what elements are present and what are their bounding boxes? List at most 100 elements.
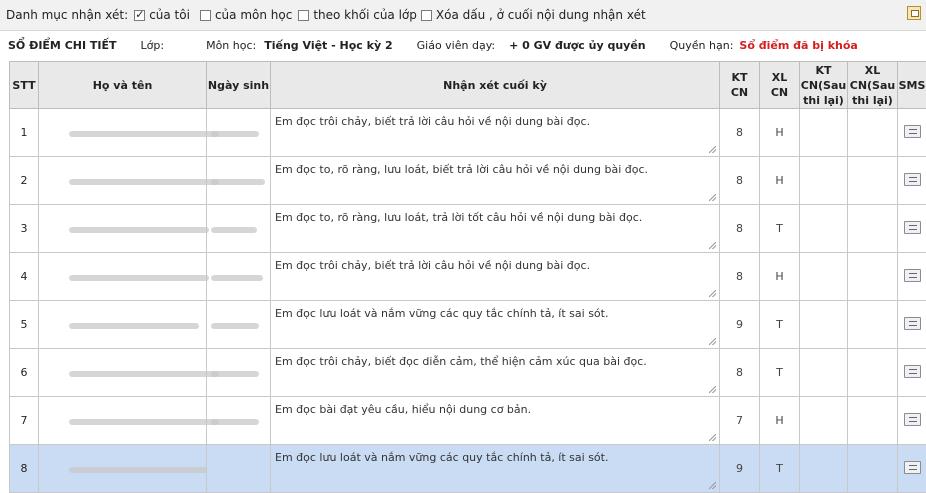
sms-cell <box>898 205 926 253</box>
kt-retake-score[interactable] <box>800 445 848 493</box>
send-sms-icon[interactable] <box>904 221 921 234</box>
table-header-row: STT Họ và tên Ngày sinh Nhận xét cuối kỳ… <box>10 62 926 109</box>
kt-retake-score[interactable] <box>800 349 848 397</box>
xl-retake-grade[interactable] <box>848 397 898 445</box>
sms-cell <box>898 445 926 493</box>
header-xl-retake-line1: XL <box>848 63 897 78</box>
end-term-comment-textarea[interactable]: Em đọc to, rõ ràng, lưu loát, biết trả l… <box>271 157 720 205</box>
send-sms-icon[interactable] <box>904 173 921 186</box>
comment-category-toolbar: Danh mục nhận xét: của tôi của môn học t… <box>0 0 926 31</box>
checkbox-icon[interactable] <box>200 10 211 21</box>
xl-cn-grade[interactable]: H <box>760 109 800 157</box>
kt-retake-score[interactable] <box>800 109 848 157</box>
send-sms-icon[interactable] <box>904 365 921 378</box>
xl-cn-grade[interactable]: T <box>760 349 800 397</box>
header-kt-retake-line3: thi lại) <box>800 93 847 108</box>
filter-mine-checkbox[interactable]: của tôi <box>134 8 190 22</box>
checkbox-icon[interactable] <box>421 10 432 21</box>
send-sms-icon[interactable] <box>904 413 921 426</box>
send-sms-icon[interactable] <box>904 125 921 138</box>
send-sms-icon[interactable] <box>904 317 921 330</box>
resize-grip-icon[interactable] <box>709 386 716 393</box>
end-term-comment-text: Em đọc lưu loát và nắm vững các quy tắc … <box>275 307 711 320</box>
student-name-cell <box>39 301 207 349</box>
row-stt: 5 <box>10 301 39 349</box>
table-row[interactable]: 3Em đọc to, rõ ràng, lưu loát, trả lời t… <box>10 205 926 253</box>
student-name-cell <box>39 445 207 493</box>
kt-cn-score[interactable]: 8 <box>720 253 760 301</box>
checkbox-checked-icon[interactable] <box>134 10 145 21</box>
xl-retake-grade[interactable] <box>848 301 898 349</box>
resize-grip-icon[interactable] <box>709 146 716 153</box>
kt-retake-score[interactable] <box>800 397 848 445</box>
excel-export-icon[interactable] <box>907 6 921 20</box>
xl-retake-grade[interactable] <box>848 253 898 301</box>
xl-retake-grade[interactable] <box>848 445 898 493</box>
sms-cell <box>898 157 926 205</box>
send-sms-icon[interactable] <box>904 269 921 282</box>
end-term-comment-textarea[interactable]: Em đọc lưu loát và nắm vững các quy tắc … <box>271 445 720 493</box>
table-row[interactable]: 2Em đọc to, rõ ràng, lưu loát, biết trả … <box>10 157 926 205</box>
send-sms-icon[interactable] <box>904 461 921 474</box>
table-row[interactable]: 7 Em đọc bài đạt yêu cầu, hiểu nội dung c… <box>10 397 926 445</box>
sms-cell <box>898 109 926 157</box>
resize-grip-icon[interactable] <box>709 338 716 345</box>
end-term-comment-textarea[interactable]: Em đọc trôi chảy, biết đọc diễn cảm, thể… <box>271 349 720 397</box>
kt-retake-score[interactable] <box>800 205 848 253</box>
xl-cn-grade[interactable]: H <box>760 253 800 301</box>
kt-cn-score[interactable]: 9 <box>720 301 760 349</box>
kt-cn-score[interactable]: 8 <box>720 109 760 157</box>
end-term-comment-textarea[interactable]: Em đọc lưu loát và nắm vững các quy tắc … <box>271 301 720 349</box>
checkbox-icon[interactable] <box>298 10 309 21</box>
end-term-comment-text: Em đọc to, rõ ràng, lưu loát, biết trả l… <box>275 163 711 176</box>
redacted-name <box>69 371 219 377</box>
table-row[interactable]: 1Em đọc trôi chảy, biết trả lời câu hỏi … <box>10 109 926 157</box>
xl-cn-grade[interactable]: T <box>760 205 800 253</box>
birth-date-cell <box>207 205 271 253</box>
gradebook-info-bar: SỔ ĐIỂM CHI TIẾT Lớp: Môn học: Tiếng Việ… <box>0 30 926 60</box>
remove-trailing-comma-label: Xóa dấu , ở cuối nội dung nhận xét <box>436 8 646 22</box>
row-stt: 4 <box>10 253 39 301</box>
end-term-comment-text: Em đọc bài đạt yêu cầu, hiểu nội dung cơ… <box>275 403 711 416</box>
end-term-comment-textarea[interactable]: Em đọc bài đạt yêu cầu, hiểu nội dung cơ… <box>271 397 720 445</box>
subject-label: Môn học: <box>206 39 256 52</box>
filter-subject-checkbox[interactable]: của môn học <box>200 8 292 22</box>
table-row[interactable]: 6Em đọc trôi chảy, biết đọc diễn cảm, th… <box>10 349 926 397</box>
filter-grade-checkbox[interactable]: theo khối của lớp <box>298 8 417 22</box>
table-row[interactable]: 4 Em đọc trôi chảy, biết trả lời câu hỏi … <box>10 253 926 301</box>
header-name: Họ và tên <box>39 62 207 109</box>
kt-retake-score[interactable] <box>800 301 848 349</box>
xl-cn-grade[interactable]: T <box>760 445 800 493</box>
xl-cn-grade[interactable]: H <box>760 397 800 445</box>
end-term-comment-textarea[interactable]: Em đọc trôi chảy, biết trả lời câu hỏi v… <box>271 109 720 157</box>
kt-cn-score[interactable]: 8 <box>720 349 760 397</box>
resize-grip-icon[interactable] <box>709 290 716 297</box>
header-kt-cn: KTCN <box>720 62 760 109</box>
header-dob: Ngày sinh <box>207 62 271 109</box>
kt-retake-score[interactable] <box>800 157 848 205</box>
xl-retake-grade[interactable] <box>848 109 898 157</box>
xl-retake-grade[interactable] <box>848 205 898 253</box>
end-term-comment-textarea[interactable]: Em đọc trôi chảy, biết trả lời câu hỏi v… <box>271 253 720 301</box>
filter-grade-label: theo khối của lớp <box>313 8 417 22</box>
resize-grip-icon[interactable] <box>709 434 716 441</box>
birth-date-cell <box>207 349 271 397</box>
xl-retake-grade[interactable] <box>848 157 898 205</box>
xl-cn-grade[interactable]: T <box>760 301 800 349</box>
xl-retake-grade[interactable] <box>848 349 898 397</box>
table-row[interactable]: 8Em đọc lưu loát và nắm vững các quy tắc… <box>10 445 926 493</box>
kt-retake-score[interactable] <box>800 253 848 301</box>
xl-cn-grade[interactable]: H <box>760 157 800 205</box>
kt-cn-score[interactable]: 7 <box>720 397 760 445</box>
resize-grip-icon[interactable] <box>709 242 716 249</box>
birth-date-cell <box>207 109 271 157</box>
remove-trailing-comma-checkbox[interactable]: Xóa dấu , ở cuối nội dung nhận xét <box>421 8 646 22</box>
resize-grip-icon[interactable] <box>709 194 716 201</box>
table-row[interactable]: 5 Em đọc lưu loát và nắm vững các quy tắc… <box>10 301 926 349</box>
kt-cn-score[interactable]: 8 <box>720 157 760 205</box>
row-stt: 7 <box>10 397 39 445</box>
header-kt-cn-line2: CN <box>720 85 759 100</box>
end-term-comment-textarea[interactable]: Em đọc to, rõ ràng, lưu loát, trả lời tố… <box>271 205 720 253</box>
kt-cn-score[interactable]: 9 <box>720 445 760 493</box>
kt-cn-score[interactable]: 8 <box>720 205 760 253</box>
